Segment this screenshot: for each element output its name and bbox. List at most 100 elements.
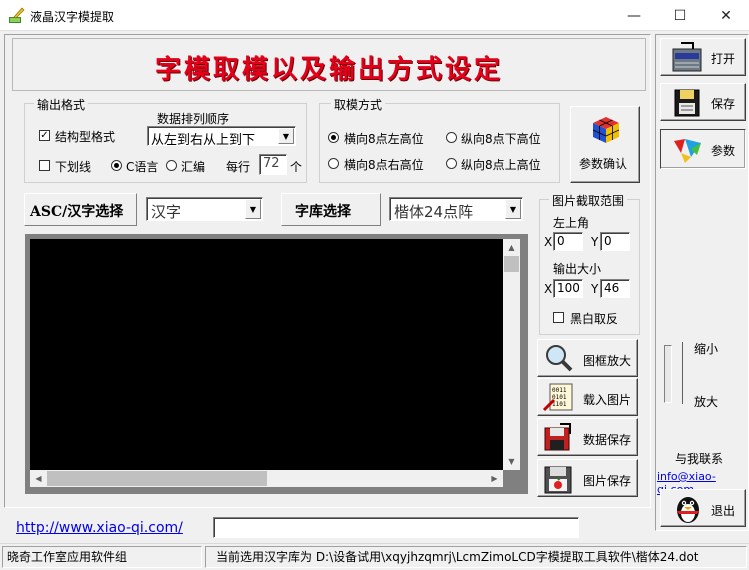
horizontal-scrollbar[interactable]: ◀ ▶ xyxy=(30,470,503,487)
close-button[interactable]: ✕ xyxy=(703,0,749,31)
order-label: 数据排列顺序 xyxy=(157,112,230,126)
structured-checkbox[interactable]: ✓ xyxy=(39,130,50,141)
message-input[interactable] xyxy=(213,517,579,538)
per-row-input[interactable]: 72 xyxy=(259,154,287,175)
zoom-enlarge-label: 放大 xyxy=(694,395,719,409)
scroll-left-icon[interactable]: ◀ xyxy=(30,470,47,487)
scan-option-label: 纵向8点下高位 xyxy=(461,132,541,146)
c-language-label: C语言 xyxy=(126,160,159,174)
binary-file-icon: 0011 0101 1101 xyxy=(542,383,573,412)
order-select-value: 从左到右从上到下 xyxy=(151,133,256,148)
invert-checkbox[interactable] xyxy=(553,312,564,323)
rubik-cube-icon xyxy=(592,117,620,143)
params-label: 参数 xyxy=(711,144,736,158)
scroll-up-icon[interactable]: ▲ xyxy=(503,239,520,256)
save-data-button[interactable]: 数据保存 xyxy=(537,418,638,456)
close-icon: ✕ xyxy=(720,7,732,24)
output-size-label: 输出大小 xyxy=(553,262,602,276)
floppy-data-icon xyxy=(544,423,571,451)
height-label: Y xyxy=(591,282,599,296)
height-input[interactable]: 46 xyxy=(600,279,630,298)
window-title: 液晶汉字模提取 xyxy=(30,10,115,24)
scan-option-radio[interactable] xyxy=(446,132,457,143)
x-input[interactable]: 0 xyxy=(553,232,583,251)
c-language-radio[interactable] xyxy=(111,160,122,171)
banner: 字模取模以及输出方式设定 xyxy=(12,38,646,91)
horizontal-scroll-thumb[interactable] xyxy=(47,471,267,486)
crop-label: 图片截取范围 xyxy=(549,192,628,209)
scan-option-radio[interactable] xyxy=(328,132,339,143)
save-data-label: 数据保存 xyxy=(583,433,632,447)
y-label: Y xyxy=(591,235,599,249)
status-right: 当前选用汉字库为 D:\设备试用\xqyjhzqmrj\LcmZimoLCD字模… xyxy=(205,546,747,568)
char-select-box: ASC/汉字选择 xyxy=(24,193,137,226)
svg-text:1101: 1101 xyxy=(552,401,567,408)
char-select[interactable]: 汉字 ▼ xyxy=(146,197,263,221)
scan-mode-label: 取模方式 xyxy=(331,96,386,113)
structured-label: 结构型格式 xyxy=(55,130,116,144)
width-label: X xyxy=(544,282,553,296)
exit-button[interactable]: 退出 xyxy=(660,489,746,527)
zoom-shrink-label: 缩小 xyxy=(694,342,719,356)
scan-option-radio[interactable] xyxy=(328,158,339,169)
contact-label: 与我联系 xyxy=(675,452,724,466)
scroll-right-icon[interactable]: ▶ xyxy=(486,470,503,487)
chevron-down-icon[interactable]: ▼ xyxy=(278,128,294,144)
exit-label: 退出 xyxy=(711,504,736,518)
font-select[interactable]: 楷体24点阵 ▼ xyxy=(389,197,523,221)
scan-option-radio[interactable] xyxy=(446,158,457,169)
chevron-down-icon[interactable]: ▼ xyxy=(245,199,261,219)
load-image-label: 载入图片 xyxy=(583,393,632,407)
maximize-button[interactable]: ☐ xyxy=(657,0,703,31)
preview-frame: ▲ ▼ ◀ ▶ xyxy=(25,234,528,494)
underline-checkbox[interactable] xyxy=(39,160,50,171)
top-left-label: 左上角 xyxy=(553,216,590,230)
vertical-scrollbar[interactable]: ▲ ▼ xyxy=(503,239,520,470)
per-row-unit: 个 xyxy=(290,160,303,174)
magnifier-icon xyxy=(546,345,573,372)
zoom-frame-label: 图框放大 xyxy=(583,354,632,368)
confirm-button-label: 参数确认 xyxy=(579,157,628,171)
chevron-down-icon[interactable]: ▼ xyxy=(505,199,521,219)
output-format-label: 输出格式 xyxy=(34,96,89,113)
x-label: X xyxy=(544,235,553,249)
zoom-frame-button[interactable]: 图框放大 xyxy=(537,339,638,377)
minimize-button[interactable]: — xyxy=(611,0,657,31)
save-label: 保存 xyxy=(711,97,736,111)
save-image-button[interactable]: 图片保存 xyxy=(537,459,638,497)
scan-option-label: 横向8点左高位 xyxy=(344,132,424,146)
font-select-label: 字库选择 xyxy=(295,204,351,220)
preview-canvas[interactable] xyxy=(30,239,503,470)
save-floppy-icon xyxy=(674,89,700,117)
open-button[interactable]: 打开 xyxy=(660,38,746,76)
status-bar: 晓奇工作室应用软件组 当前选用汉字库为 D:\设备试用\xqyjhzqmrj\L… xyxy=(0,543,749,570)
per-row-label: 每行 xyxy=(226,160,251,174)
open-label: 打开 xyxy=(711,52,736,66)
order-select[interactable]: 从左到右从上到下 ▼ xyxy=(147,126,296,148)
svg-text:0101: 0101 xyxy=(552,394,567,401)
confirm-button[interactable]: 参数确认 xyxy=(570,106,640,183)
font-select-value: 楷体24点阵 xyxy=(394,203,474,221)
font-select-box: 字库选择 xyxy=(281,193,381,226)
invert-label: 黑白取反 xyxy=(570,312,619,326)
scan-option-label: 纵向8点上高位 xyxy=(461,158,541,172)
vertical-scroll-thumb[interactable] xyxy=(504,256,519,272)
scroll-down-icon[interactable]: ▼ xyxy=(503,453,520,470)
website-link[interactable]: http://www.xiao-qi.com/ xyxy=(16,520,183,536)
floppy-image-icon xyxy=(544,466,572,494)
zoom-slider-ticks xyxy=(682,342,692,404)
status-left: 晓奇工作室应用软件组 xyxy=(2,546,202,568)
maximize-icon: ☐ xyxy=(673,7,687,24)
zoom-slider-track[interactable] xyxy=(664,345,672,403)
load-image-button[interactable]: 0011 0101 1101 载入图片 xyxy=(537,378,638,416)
banner-title: 字模取模以及输出方式设定 xyxy=(154,55,503,85)
params-button[interactable]: 参数 xyxy=(660,129,746,169)
asm-radio[interactable] xyxy=(166,160,177,171)
minimize-icon: — xyxy=(627,7,641,24)
underline-label: 下划线 xyxy=(55,160,92,174)
y-input[interactable]: 0 xyxy=(600,232,630,251)
app-icon xyxy=(9,7,25,23)
svg-text:0011: 0011 xyxy=(552,387,567,394)
save-button[interactable]: 保存 xyxy=(660,83,746,121)
width-input[interactable]: 100 xyxy=(553,279,583,298)
